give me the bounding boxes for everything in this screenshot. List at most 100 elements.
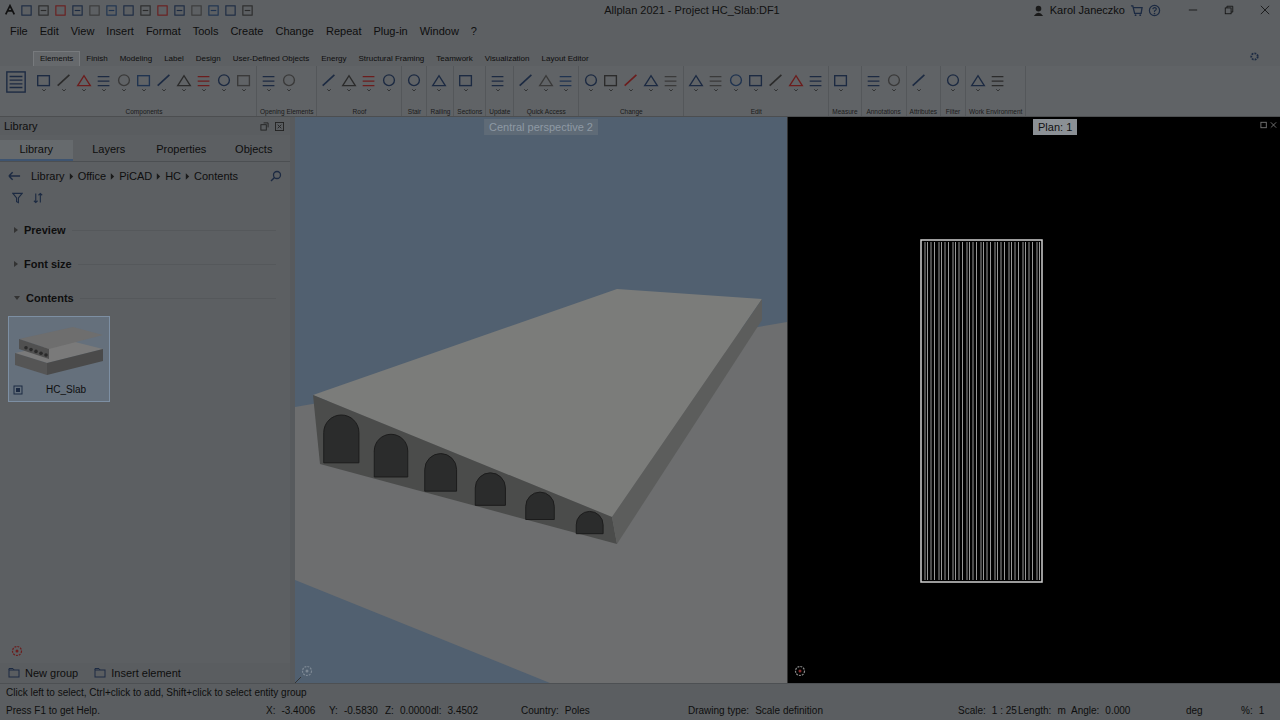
ribbon-tab[interactable]: Structural Framing <box>353 52 431 66</box>
ribbon-tool-icon[interactable] <box>517 71 535 93</box>
ribbon-tab[interactable]: User-Defined Objects <box>227 52 315 66</box>
navigation-icon[interactable] <box>301 665 313 677</box>
ribbon-tab[interactable]: Layout Editor <box>536 52 595 66</box>
menu-item[interactable]: Format <box>140 25 187 37</box>
menu-item[interactable]: Tools <box>187 25 225 37</box>
menu-item[interactable]: Plug-in <box>367 25 413 37</box>
ribbon-tool-icon[interactable] <box>727 71 745 93</box>
settings-icon[interactable] <box>1249 51 1260 62</box>
panel-section[interactable]: Preview <box>0 214 290 248</box>
panel-tab[interactable]: Layers <box>73 140 146 161</box>
back-arrow-icon[interactable] <box>8 171 21 181</box>
viewport[interactable]: Central perspective 2 <box>295 117 787 683</box>
ribbon-tool-icon[interactable] <box>767 71 785 93</box>
quick-access-icon[interactable] <box>88 4 101 17</box>
breadcrumb-item[interactable]: Contents <box>194 170 238 182</box>
ribbon-tab[interactable]: Teamwork <box>430 52 478 66</box>
quick-access-icon[interactable] <box>173 4 186 17</box>
ribbon-tool-icon[interactable] <box>787 71 805 93</box>
ribbon-tool-icon[interactable] <box>280 71 298 93</box>
quick-access-icon[interactable] <box>139 4 152 17</box>
panel-tab[interactable]: Properties <box>145 140 218 161</box>
ribbon-tool-icon[interactable] <box>707 71 725 93</box>
ribbon-tab[interactable]: Energy <box>315 52 352 66</box>
menu-item[interactable]: View <box>65 25 101 37</box>
menu-item[interactable]: File <box>4 25 34 37</box>
menu-item[interactable]: Edit <box>34 25 65 37</box>
ribbon-tool-icon[interactable] <box>155 71 173 93</box>
ribbon-tool-icon[interactable] <box>622 71 640 93</box>
breadcrumb-item[interactable]: PiCAD <box>119 170 152 182</box>
ribbon-tool-icon[interactable] <box>135 71 153 93</box>
menu-item[interactable]: Window <box>414 25 465 37</box>
breadcrumb-item[interactable]: Office <box>78 170 107 182</box>
pick-icon[interactable] <box>11 645 23 657</box>
quick-access-icon[interactable] <box>20 4 33 17</box>
ribbon-tool-icon[interactable] <box>747 71 765 93</box>
user-name[interactable]: Karol Janeczko <box>1050 4 1125 16</box>
quick-access-icon[interactable] <box>122 4 135 17</box>
ribbon-tool-icon[interactable] <box>969 71 987 93</box>
user-icon[interactable] <box>1032 4 1045 17</box>
ribbon-tool-icon[interactable] <box>489 71 507 93</box>
ribbon-tool-icon[interactable] <box>430 71 448 93</box>
panel-tab[interactable]: Library <box>0 140 73 161</box>
library-item[interactable]: HC_Slab <box>8 316 110 402</box>
ribbon-tool-icon[interactable] <box>910 71 928 93</box>
ribbon-tab[interactable]: Modeling <box>114 52 158 66</box>
quick-access-icon[interactable] <box>224 4 237 17</box>
ribbon-tool-icon[interactable] <box>360 71 378 93</box>
ribbon-tool-icon[interactable] <box>582 71 600 93</box>
palette-icon[interactable] <box>5 70 27 94</box>
undock-icon[interactable] <box>260 122 269 131</box>
breadcrumb-item[interactable]: Library <box>31 170 65 182</box>
ribbon-tool-icon[interactable] <box>687 71 705 93</box>
ribbon-tab[interactable]: Finish <box>80 52 113 66</box>
breadcrumb-item[interactable]: HC <box>165 170 181 182</box>
ribbon-tool-icon[interactable] <box>235 71 253 93</box>
restore-icon[interactable] <box>1224 5 1234 15</box>
quick-access-icon[interactable] <box>71 4 84 17</box>
close-icon[interactable] <box>1260 5 1270 15</box>
ribbon-tool-icon[interactable] <box>944 71 962 93</box>
panel-button[interactable]: Insert element <box>94 667 181 679</box>
minimize-icon[interactable] <box>1188 5 1198 15</box>
ribbon-tool-icon[interactable] <box>642 71 660 93</box>
ribbon-tab[interactable]: Label <box>158 52 190 66</box>
panel-tab[interactable]: Objects <box>218 140 291 161</box>
plan-canvas[interactable] <box>788 117 1280 683</box>
quick-access-icon[interactable] <box>54 4 67 17</box>
viewport-window-icon[interactable] <box>1260 121 1278 129</box>
filter-icon[interactable] <box>12 192 23 204</box>
help-icon[interactable] <box>1148 4 1161 17</box>
quick-access-icon[interactable] <box>207 4 220 17</box>
panel-section[interactable]: Font size <box>0 248 290 282</box>
ribbon-tool-icon[interactable] <box>195 71 213 93</box>
allplan-logo-icon[interactable] <box>4 4 16 16</box>
panel-close-icon[interactable] <box>275 122 284 131</box>
ribbon-tool-icon[interactable] <box>537 71 555 93</box>
ribbon-tool-icon[interactable] <box>95 71 113 93</box>
ribbon-tool-icon[interactable] <box>989 71 1007 93</box>
sort-icon[interactable] <box>33 192 44 204</box>
ribbon-tab[interactable]: Visualization <box>479 52 536 66</box>
menu-item[interactable]: Change <box>269 25 320 37</box>
viewport[interactable]: Plan: 1 <box>787 117 1280 683</box>
ribbon-tool-icon[interactable] <box>175 71 193 93</box>
perspective-canvas[interactable] <box>295 117 787 683</box>
menu-item[interactable]: Repeat <box>320 25 367 37</box>
ribbon-tool-icon[interactable] <box>885 71 903 93</box>
ribbon-tab[interactable]: Design <box>190 52 227 66</box>
cart-icon[interactable] <box>1130 4 1143 17</box>
ribbon-tool-icon[interactable] <box>807 71 825 93</box>
ribbon-tool-icon[interactable] <box>405 71 423 93</box>
ribbon-tool-icon[interactable] <box>602 71 620 93</box>
panel-section[interactable]: Contents <box>0 282 290 316</box>
ribbon-tool-icon[interactable] <box>380 71 398 93</box>
ribbon-tool-icon[interactable] <box>55 71 73 93</box>
ribbon-tool-icon[interactable] <box>35 71 53 93</box>
quick-access-icon[interactable] <box>37 4 50 17</box>
menu-item[interactable]: Create <box>224 25 269 37</box>
ribbon-tool-icon[interactable] <box>260 71 278 93</box>
ribbon-tool-icon[interactable] <box>457 71 475 93</box>
